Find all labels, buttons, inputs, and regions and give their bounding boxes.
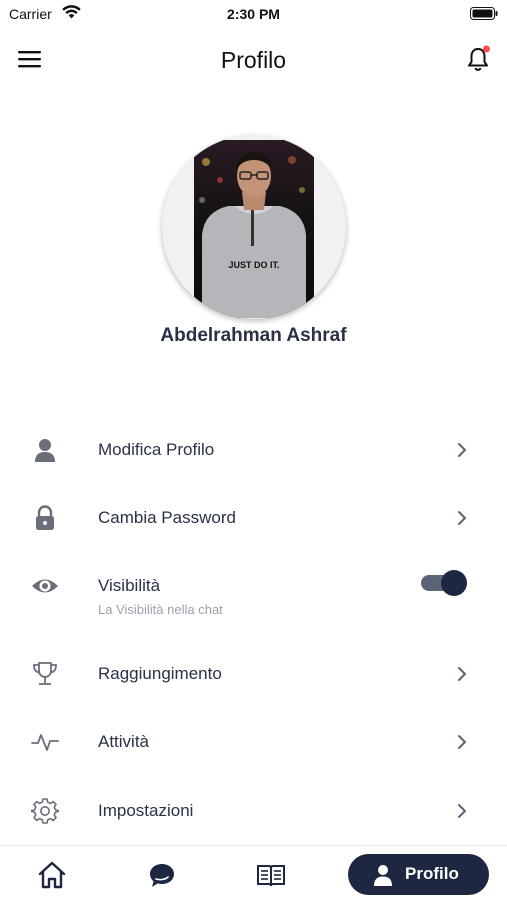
trophy-icon (33, 662, 57, 685)
chevron-right-icon (458, 735, 466, 749)
page-title: Profilo (220, 47, 287, 73)
tab-profile[interactable]: Profilo (348, 854, 489, 895)
clock: 2:30 PM (227, 6, 280, 22)
book-icon[interactable] (256, 860, 286, 890)
menu-label: Impostazioni (98, 801, 194, 820)
home-icon[interactable] (37, 860, 67, 890)
status-bar: Carrier 2:30 PM (0, 0, 507, 30)
notification-dot (483, 45, 490, 53)
menu-item-change-password[interactable]: Cambia Password (0, 490, 507, 546)
tab-profile-label: Profilo (405, 864, 459, 883)
menu-item-activity[interactable]: Attività (0, 714, 507, 770)
bell-icon (468, 45, 490, 71)
visibility-toggle[interactable] (421, 570, 467, 596)
avatar[interactable]: JUST DO IT. (162, 135, 346, 319)
gear-icon (31, 798, 59, 824)
bottom-tab-bar: Profilo (0, 845, 507, 900)
user-icon (374, 865, 392, 886)
lock-icon (36, 505, 54, 530)
menu-label: Attività (98, 732, 150, 751)
chevron-right-icon (458, 511, 466, 525)
menu-label: Cambia Password (98, 508, 236, 527)
activity-icon (31, 734, 59, 751)
toggle-knob (441, 570, 467, 596)
menu-sublabel: La Visibilità nella chat (98, 602, 223, 617)
user-icon (35, 439, 55, 462)
menu-label: Raggiungimento (98, 664, 222, 683)
chevron-right-icon (458, 667, 466, 681)
user-name: Abdelrahman Ashraf (160, 325, 347, 346)
menu-item-visibility: Visibilità La Visibilità nella chat (0, 558, 507, 628)
svg-text:JUST DO IT.: JUST DO IT. (228, 260, 279, 270)
chat-icon[interactable] (147, 860, 177, 890)
chevron-right-icon (458, 443, 466, 457)
notifications-button[interactable] (465, 44, 493, 74)
menu-label: Visibilità (98, 576, 161, 595)
chevron-right-icon (458, 804, 466, 818)
menu-label: Modifica Profilo (98, 440, 215, 459)
menu-item-settings[interactable]: Impostazioni (0, 783, 507, 839)
eye-icon (32, 579, 58, 593)
battery-icon (470, 7, 498, 20)
menu-item-edit-profile[interactable]: Modifica Profilo (0, 422, 507, 478)
profile-photo: JUST DO IT. (194, 140, 314, 318)
menu-item-achievement[interactable]: Raggiungimento (0, 646, 507, 702)
header: Profilo (0, 38, 507, 82)
